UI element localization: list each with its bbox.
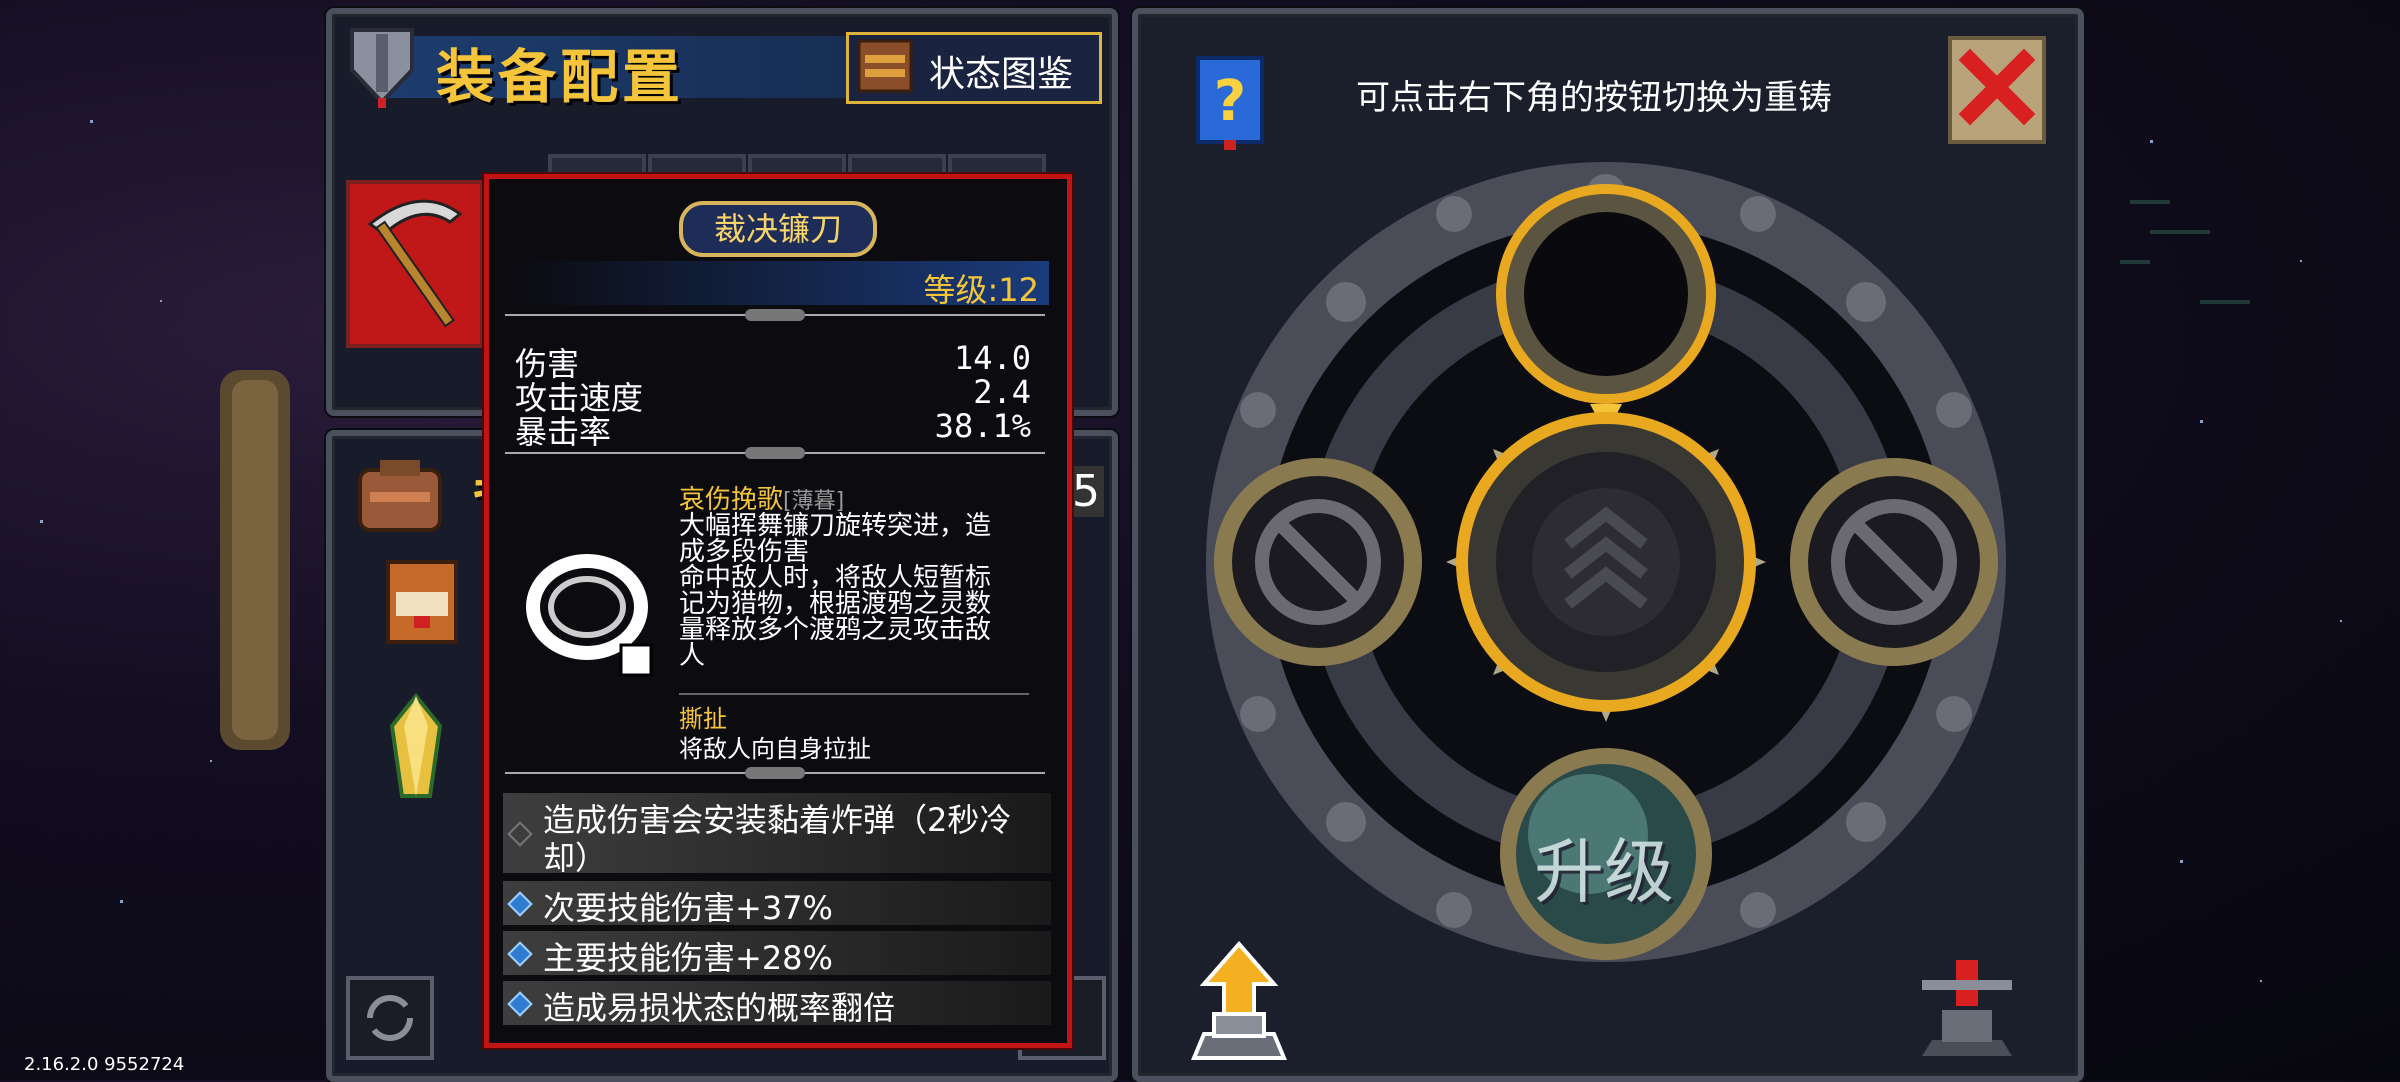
stat-value: 2.4: [973, 373, 1031, 411]
upgrade-anvil-icon[interactable]: [1174, 934, 1304, 1062]
recast-anvil-icon[interactable]: [1912, 950, 2022, 1060]
divider: [505, 309, 1045, 321]
stat-row: 攻击速度 2.4: [515, 373, 1031, 417]
equipment-title: 装备配置: [436, 43, 685, 111]
skill-desc-line: 大幅挥舞镰刀旋转突进，造: [679, 511, 992, 541]
forge-hint: 可点击右下角的按钮切换为重铸: [1356, 78, 1832, 118]
skill-desc-line: 记为猎物，根据渡鸦之灵数: [679, 589, 992, 619]
affix-row: 次要技能伤害+37%: [503, 881, 1051, 927]
affix-row: 造成伤害会安装黏着炸弹（2秒冷 却）: [503, 793, 1051, 877]
bag-count: 5: [1068, 466, 1104, 517]
weapon-slot-selected[interactable]: [346, 180, 484, 348]
affix-text: 主要技能伤害+28%: [543, 939, 833, 977]
affix-diamond-icon: [507, 991, 533, 1017]
affix-diamond-icon: [507, 941, 533, 967]
affix-text: 造成伤害会安装黏着炸弹（2秒冷: [543, 801, 1012, 839]
svg-text:?: ?: [1214, 69, 1246, 134]
affix-text: 造成易损状态的概率翻倍: [543, 989, 896, 1027]
stat-row: 暴击率 38.1%: [515, 407, 1031, 451]
forge-panel: ? 可点击右下角的按钮切换为重铸 升级: [1132, 8, 2084, 1082]
armor-icon: [350, 28, 414, 108]
affix-row: 造成易损状态的概率翻倍: [503, 981, 1051, 1027]
close-button[interactable]: [1948, 36, 2046, 144]
skill-desc-line: 量释放多个渡鸦之灵攻击敌: [679, 615, 992, 645]
affix-text: 却）: [543, 839, 608, 877]
spin-slash-skill-icon: [526, 554, 653, 677]
affix-diamond-icon: [507, 821, 533, 847]
divider: [505, 447, 1045, 459]
item-level: 等级:12: [923, 271, 1039, 309]
question-book-icon[interactable]: ?: [1194, 54, 1266, 150]
affix-text: 次要技能伤害+37%: [543, 889, 833, 927]
close-x-icon: [1958, 48, 2036, 126]
codex-book-icon: [857, 39, 913, 93]
affix-diamond-icon: [507, 891, 533, 917]
skill-desc-line: 成多段伤害: [679, 537, 810, 567]
skill-separator: [679, 693, 1029, 695]
item-name-badge: 裁决镰刀: [679, 201, 877, 257]
refresh-button[interactable]: [346, 976, 434, 1060]
scythe-icon: [367, 199, 463, 328]
version-label: 2.16.2.0 9552724: [24, 1054, 185, 1075]
skill-desc-line: 人: [679, 641, 706, 671]
gold-crystal-icon: [389, 692, 443, 798]
refresh-icon: [367, 995, 413, 1041]
skill-description: 大幅挥舞镰刀旋转突进，造 成多段伤害 命中敌人时，将敌人短暂标 记为猎物，根据渡…: [679, 513, 1039, 669]
stat-value: 14.0: [953, 339, 1031, 377]
item-tooltip: 裁决镰刀 等级:12 伤害 14.0 攻击速度 2.4 暴击率 38.1% 哀伤…: [484, 174, 1072, 1048]
divider: [505, 767, 1045, 779]
stat-value: 38.1%: [934, 407, 1031, 445]
item-level-bar: 等级:12: [509, 261, 1049, 309]
affix-row: 主要技能伤害+28%: [503, 931, 1051, 977]
skill-desc-line: 命中敌人时，将敌人短暂标: [679, 563, 992, 593]
stat-row: 伤害 14.0: [515, 339, 1031, 383]
upgrade-button[interactable]: 升级: [1534, 816, 1674, 917]
chest-icon: [386, 560, 458, 644]
status-codex-button[interactable]: 状态图鉴: [846, 32, 1102, 104]
sub-skill-desc: 将敌人向自身拉扯: [679, 735, 871, 763]
backpack-icon: [358, 460, 442, 532]
item-name: 裁决镰刀: [713, 210, 842, 248]
status-codex-label: 状态图鉴: [929, 54, 1074, 95]
